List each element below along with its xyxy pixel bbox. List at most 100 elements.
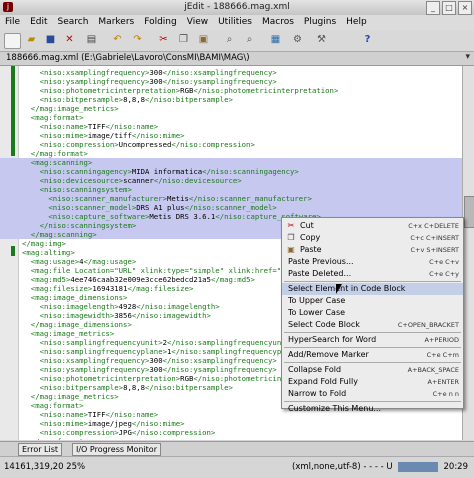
line-text: </niso:scanningsystem> <box>39 221 137 230</box>
line-text: <niso:imagewidth>3856</niso:imagewidth> <box>39 311 211 320</box>
context-menu-shortcut: C+OPEN_BRACKET <box>397 321 459 329</box>
context-menu-item[interactable]: Collapse Fold A+BACK_SPACE <box>282 364 463 376</box>
open-file-icon[interactable]: ▰ <box>24 33 39 47</box>
context-menu-item-label: Select Element in Code Block <box>288 284 406 293</box>
text-line[interactable]: <niso:mime>image/jpeg</niso:mime> <box>0 419 462 428</box>
context-menu-item-label: Expand Fold Fully <box>288 377 358 386</box>
context-menu-item[interactable]: ❐ Copy C+c C+INSERT <box>282 232 463 244</box>
text-line[interactable]: <niso:mime>image/tiff</niso:mime> <box>0 131 462 140</box>
context-menu-item[interactable]: Paste Previous... C+e C+v <box>282 256 463 268</box>
close-icon[interactable]: × <box>458 1 472 15</box>
context-menu-item[interactable]: ✂ Cut C+x C+DELETE <box>282 220 463 232</box>
menu-utilities[interactable]: Utilities <box>213 15 257 30</box>
buffer-list-dropdown-icon[interactable]: ▾ <box>465 52 470 62</box>
close-file-icon[interactable]: ✕ <box>62 33 77 47</box>
new-file-icon[interactable] <box>4 33 21 49</box>
help-icon[interactable]: ? <box>360 33 375 47</box>
context-menu-item-label: Paste <box>300 245 322 254</box>
print-icon[interactable]: ▤ <box>84 33 99 47</box>
cut-icon[interactable]: ✂ <box>156 33 171 47</box>
line-text: <niso:name>TIFF</niso:name> <box>39 410 159 419</box>
save-icon[interactable]: ■ <box>43 33 58 47</box>
context-menu-item[interactable]: Narrow to Fold C+e n n <box>282 388 463 400</box>
menu-help[interactable]: Help <box>341 15 372 30</box>
buffer-mode-info[interactable]: (xml,none,utf-8) - - - - U <box>292 462 393 472</box>
title-bar: j jEdit - 188666.mag.xml _ □ × <box>0 0 474 16</box>
text-line[interactable]: </mag:format> <box>0 437 462 440</box>
text-line[interactable]: <niso:compression>JPG</niso:compression> <box>0 428 462 437</box>
context-menu-item[interactable]: Customize This Menu... <box>282 403 463 415</box>
context-menu-item-label: Narrow to Fold <box>288 389 347 398</box>
text-line[interactable]: <mag:format> <box>0 113 462 122</box>
line-text: </mag:scanning> <box>30 230 97 239</box>
scissors-icon: ✂ <box>287 221 295 230</box>
context-menu-item[interactable]: Expand Fold Fully A+ENTER <box>282 376 463 388</box>
context-menu-item[interactable]: To Upper Case <box>282 295 463 307</box>
menu-folding[interactable]: Folding <box>139 15 182 30</box>
menu-file[interactable]: File <box>0 15 25 30</box>
context-menu-item-label: To Lower Case <box>288 308 346 317</box>
context-menu-shortcut: C+x C+DELETE <box>408 222 459 230</box>
context-menu-item[interactable]: Select Code Block C+OPEN_BRACKET <box>282 319 463 331</box>
context-menu-item-label: Paste Deleted... <box>288 269 352 278</box>
text-line[interactable]: <niso:devicesource>scanner</niso:devices… <box>0 176 462 185</box>
undo-icon[interactable]: ↶ <box>110 33 125 47</box>
plugin-manager-icon[interactable]: ⚒ <box>314 33 329 47</box>
text-line[interactable]: <niso:name>TIFF</niso:name> <box>0 122 462 131</box>
mouse-pointer-icon <box>336 284 342 294</box>
scrollbar-thumb[interactable] <box>464 196 474 228</box>
new-view-icon[interactable]: ▦ <box>268 33 283 47</box>
tab-io-progress-monitor[interactable]: I/O Progress Monitor <box>72 443 161 456</box>
maximize-icon[interactable]: □ <box>442 1 456 15</box>
text-line[interactable]: <niso:photometricinterpretation>RGB</nis… <box>0 86 462 95</box>
line-text: <niso:name>TIFF</niso:name> <box>39 122 159 131</box>
text-line[interactable]: <niso:ysamplingfrequency>300</niso:ysamp… <box>0 77 462 86</box>
memory-indicator[interactable] <box>398 462 438 472</box>
context-menu-shortcut: C+e C+y <box>429 270 459 278</box>
menu-markers[interactable]: Markers <box>93 15 139 30</box>
context-menu-item[interactable]: Add/Remove Marker C+e C+m <box>282 349 463 361</box>
context-menu-item[interactable]: To Lower Case <box>282 307 463 319</box>
context-menu-item[interactable]: Select Element in Code Block <box>282 283 463 295</box>
menu-macros[interactable]: Macros <box>257 15 299 30</box>
line-text: <niso:devicesource>scanner</niso:devices… <box>39 176 242 185</box>
text-line[interactable]: </mag:image_metrics> <box>0 104 462 113</box>
tab-error-list[interactable]: Error List <box>18 443 63 456</box>
toolbar: ▰ ■ ✕ ▤ ↶ ↷ ✂ ❐ ▣ ⌕ ⌕ ▦ ⚙ ⚒ ? <box>0 30 474 52</box>
context-menu-item[interactable]: ▣ Paste C+v S+INSERT <box>282 244 463 256</box>
line-text: <mag:altimg> <box>22 248 75 257</box>
context-menu-item[interactable]: HyperSearch for Word A+PERIOD <box>282 334 463 346</box>
find-next-icon[interactable]: ⌕ <box>242 33 257 47</box>
text-line[interactable]: <niso:xsamplingfrequency>300</niso:xsamp… <box>0 68 462 77</box>
menu-edit[interactable]: Edit <box>25 15 52 30</box>
window-title: jEdit - 188666.mag.xml <box>184 2 290 12</box>
buffer-tab[interactable]: 188666.mag.xml (E:\Gabriele\Lavoro\ConsM… <box>6 53 250 63</box>
menu-view[interactable]: View <box>182 15 213 30</box>
line-text: <niso:samplingfrequencyplane>1</niso:sam… <box>39 347 304 356</box>
text-line[interactable]: <niso:bitpersample>8,8,8</niso:bitpersam… <box>0 95 462 104</box>
context-menu-shortcut: C+v S+INSERT <box>410 246 460 254</box>
redo-icon[interactable]: ↷ <box>130 33 145 47</box>
menu-search[interactable]: Search <box>53 15 94 30</box>
text-line[interactable]: <niso:scanner_model>DRS A1 plus</niso:sc… <box>0 203 462 212</box>
line-text: <mag:scanning> <box>30 158 93 167</box>
line-text: <niso:samplingfrequencyunit>2</niso:samp… <box>39 338 295 347</box>
text-line[interactable]: </mag:format> <box>0 149 462 158</box>
context-menu-item-label: Add/Remove Marker <box>288 350 369 359</box>
copy-icon[interactable]: ❐ <box>176 33 191 47</box>
text-line[interactable]: <niso:compression>Uncompressed</niso:com… <box>0 140 462 149</box>
paste-icon[interactable]: ▣ <box>196 33 211 47</box>
line-text: <mag:format> <box>30 113 84 122</box>
text-line[interactable]: <mag:scanning> <box>0 158 462 167</box>
minimize-icon[interactable]: _ <box>426 1 440 15</box>
menu-plugins[interactable]: Plugins <box>299 15 341 30</box>
text-line[interactable]: <niso:scanner_manufacturer>Metis</niso:s… <box>0 194 462 203</box>
text-line[interactable]: <niso:scanningagency>MIDA informatica</n… <box>0 167 462 176</box>
text-line[interactable]: <niso:scanningsystem> <box>0 185 462 194</box>
find-icon[interactable]: ⌕ <box>222 33 237 47</box>
window-controls: _ □ × <box>426 1 472 15</box>
global-options-icon[interactable]: ⚙ <box>290 33 305 47</box>
context-menu-item[interactable]: Paste Deleted... C+e C+y <box>282 268 463 280</box>
line-text: <niso:scanningsystem> <box>39 185 132 194</box>
menu-separator <box>284 332 461 333</box>
